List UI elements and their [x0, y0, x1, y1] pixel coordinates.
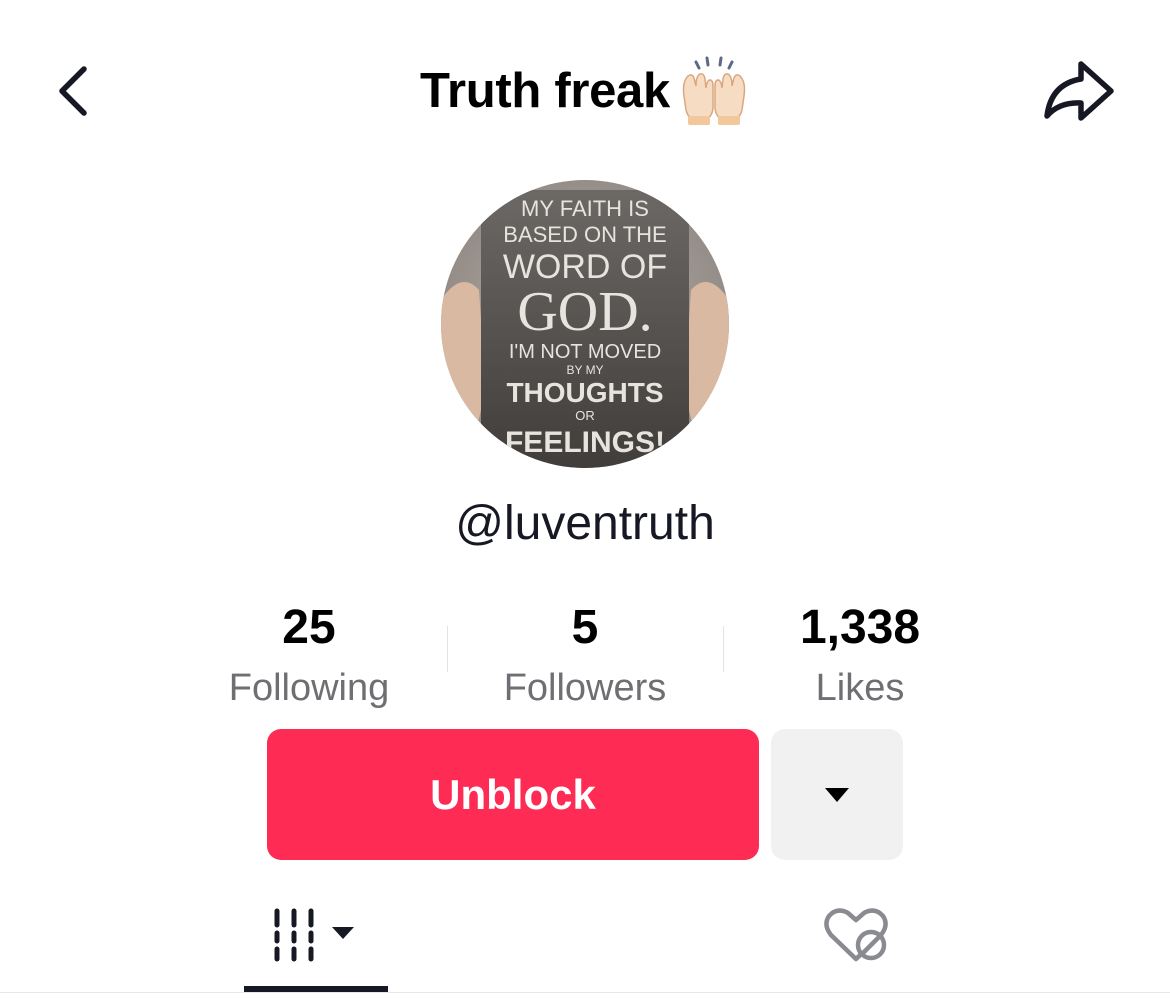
avatar-text-line9: FEELINGS!: [505, 426, 665, 459]
avatar-text-line6: BY MY: [566, 363, 603, 377]
likes-count: 1,338: [799, 601, 921, 654]
stat-divider: [723, 626, 724, 672]
tabs-divider: [0, 992, 1170, 993]
following-count: 25: [282, 601, 336, 654]
avatar-text-line1: MY FAITH IS: [521, 196, 649, 221]
hidden-likes-heart-icon: [824, 908, 888, 962]
more-options-button[interactable]: [771, 729, 903, 860]
username: @luventruth: [455, 497, 715, 550]
raising-hands-icon: [678, 56, 750, 126]
tab-liked[interactable]: [784, 890, 928, 980]
stat-likes[interactable]: 1,338 Likes: [730, 598, 990, 716]
share-arrow-icon: [1044, 61, 1114, 121]
avatar-text-line2: BASED ON THE: [503, 222, 666, 247]
video-grid-icon: [274, 908, 354, 962]
avatar-text-line7: THOUGHTS: [506, 377, 663, 408]
avatar-text-line4: GOD.: [517, 281, 652, 343]
caret-down-icon: [825, 787, 849, 802]
avatar-text-line5: I'M NOT MOVED: [509, 341, 661, 363]
stat-following[interactable]: 25 Following: [179, 598, 439, 716]
stat-divider: [447, 626, 448, 672]
avatar[interactable]: MY FAITH IS BASED ON THE WORD OF GOD. I'…: [441, 180, 729, 468]
followers-count: 5: [571, 601, 599, 654]
page-title: Truth freak: [420, 64, 670, 118]
header-title-row: Truth freak: [0, 56, 1170, 126]
tab-videos[interactable]: [244, 890, 388, 980]
unblock-button[interactable]: Unblock: [267, 729, 759, 860]
following-label: Following: [228, 667, 390, 709]
avatar-text-line8: OR: [575, 408, 595, 423]
share-button[interactable]: [1036, 54, 1122, 128]
followers-label: Followers: [503, 667, 667, 709]
likes-label: Likes: [815, 667, 905, 709]
stat-followers[interactable]: 5 Followers: [455, 598, 715, 716]
